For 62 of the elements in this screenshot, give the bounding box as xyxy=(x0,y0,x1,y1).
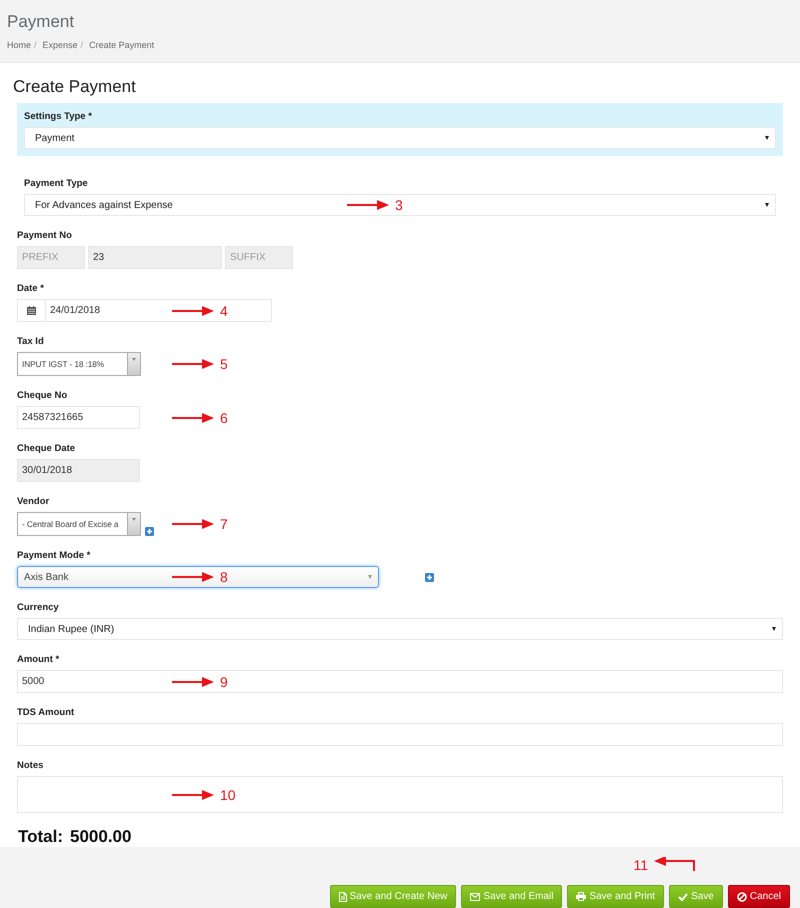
callout-number: 10 xyxy=(220,786,236,802)
field-label: Date * xyxy=(17,283,45,294)
callout-number: 11 xyxy=(633,857,648,873)
field-label: Currency xyxy=(17,602,60,613)
callout-number: 3 xyxy=(395,197,403,213)
select-field[interactable]: Payment xyxy=(24,127,776,149)
notes-field[interactable] xyxy=(17,776,783,813)
total-label: Total: xyxy=(18,827,64,847)
document-icon xyxy=(338,892,347,902)
page-title: Payment xyxy=(7,12,76,32)
breadcrumb-item: Create Payment xyxy=(89,40,154,50)
callout-arrow xyxy=(172,412,214,422)
breadcrumb-item[interactable]: Expense xyxy=(42,40,78,50)
callout-arrow xyxy=(172,790,214,800)
caret-icon xyxy=(765,203,769,207)
input-field[interactable]: 24587321665 xyxy=(17,406,140,429)
dropdown-field[interactable]: - Central Board of Excise a xyxy=(17,512,141,536)
field-label: Vendor xyxy=(17,496,50,507)
callout-number: 9 xyxy=(220,674,228,690)
breadcrumb-item[interactable]: Home xyxy=(7,40,32,50)
field-label: TDS Amount xyxy=(17,707,76,718)
callout-arrow xyxy=(172,572,214,582)
add-icon[interactable] xyxy=(425,572,434,582)
field-label: Payment Mode * xyxy=(17,550,92,561)
printer-icon xyxy=(576,892,586,901)
field-label: Settings Type * xyxy=(24,111,93,122)
caret-icon xyxy=(765,136,769,140)
calendar-icon xyxy=(27,306,36,315)
action-button[interactable]: Cancel xyxy=(728,885,790,908)
callout-arrow xyxy=(347,200,389,210)
total-value: 5000.00 xyxy=(70,827,132,847)
dropdown-toggle[interactable] xyxy=(127,353,140,375)
callout-arrow xyxy=(172,306,214,316)
envelope-icon xyxy=(470,892,480,900)
ban-icon xyxy=(736,892,747,902)
callout-number: 6 xyxy=(220,410,228,426)
check-icon xyxy=(678,892,688,900)
callout-number: 8 xyxy=(220,569,228,585)
breadcrumb-separator: / xyxy=(34,40,37,50)
dropdown-field[interactable]: INPUT IGST - 18 :18% xyxy=(17,352,141,376)
caret-icon xyxy=(772,627,776,631)
callout-arrow xyxy=(172,359,214,369)
callout-number: 7 xyxy=(220,516,228,532)
callout-number: 4 xyxy=(220,302,228,318)
breadcrumb-separator: / xyxy=(80,40,84,50)
field-label: Notes xyxy=(17,760,44,771)
dropdown-toggle[interactable] xyxy=(127,513,140,535)
input-field[interactable] xyxy=(17,723,783,746)
callout-arrow xyxy=(172,676,214,686)
field-label: Payment Type xyxy=(24,178,89,189)
field-label: Payment No xyxy=(17,230,73,241)
callout-arrow xyxy=(654,857,698,873)
callout-arrow xyxy=(172,519,214,529)
form-title: Create Payment xyxy=(13,77,137,97)
field-label: Tax Id xyxy=(17,336,45,347)
add-icon[interactable] xyxy=(145,527,154,536)
caret-icon xyxy=(368,575,372,579)
field-label: Cheque Date xyxy=(17,443,76,454)
field-label: Cheque No xyxy=(17,390,68,401)
select-field[interactable]: Indian Rupee (INR) xyxy=(17,618,783,640)
callout-number: 5 xyxy=(220,356,228,372)
field-label: Amount * xyxy=(17,654,60,665)
